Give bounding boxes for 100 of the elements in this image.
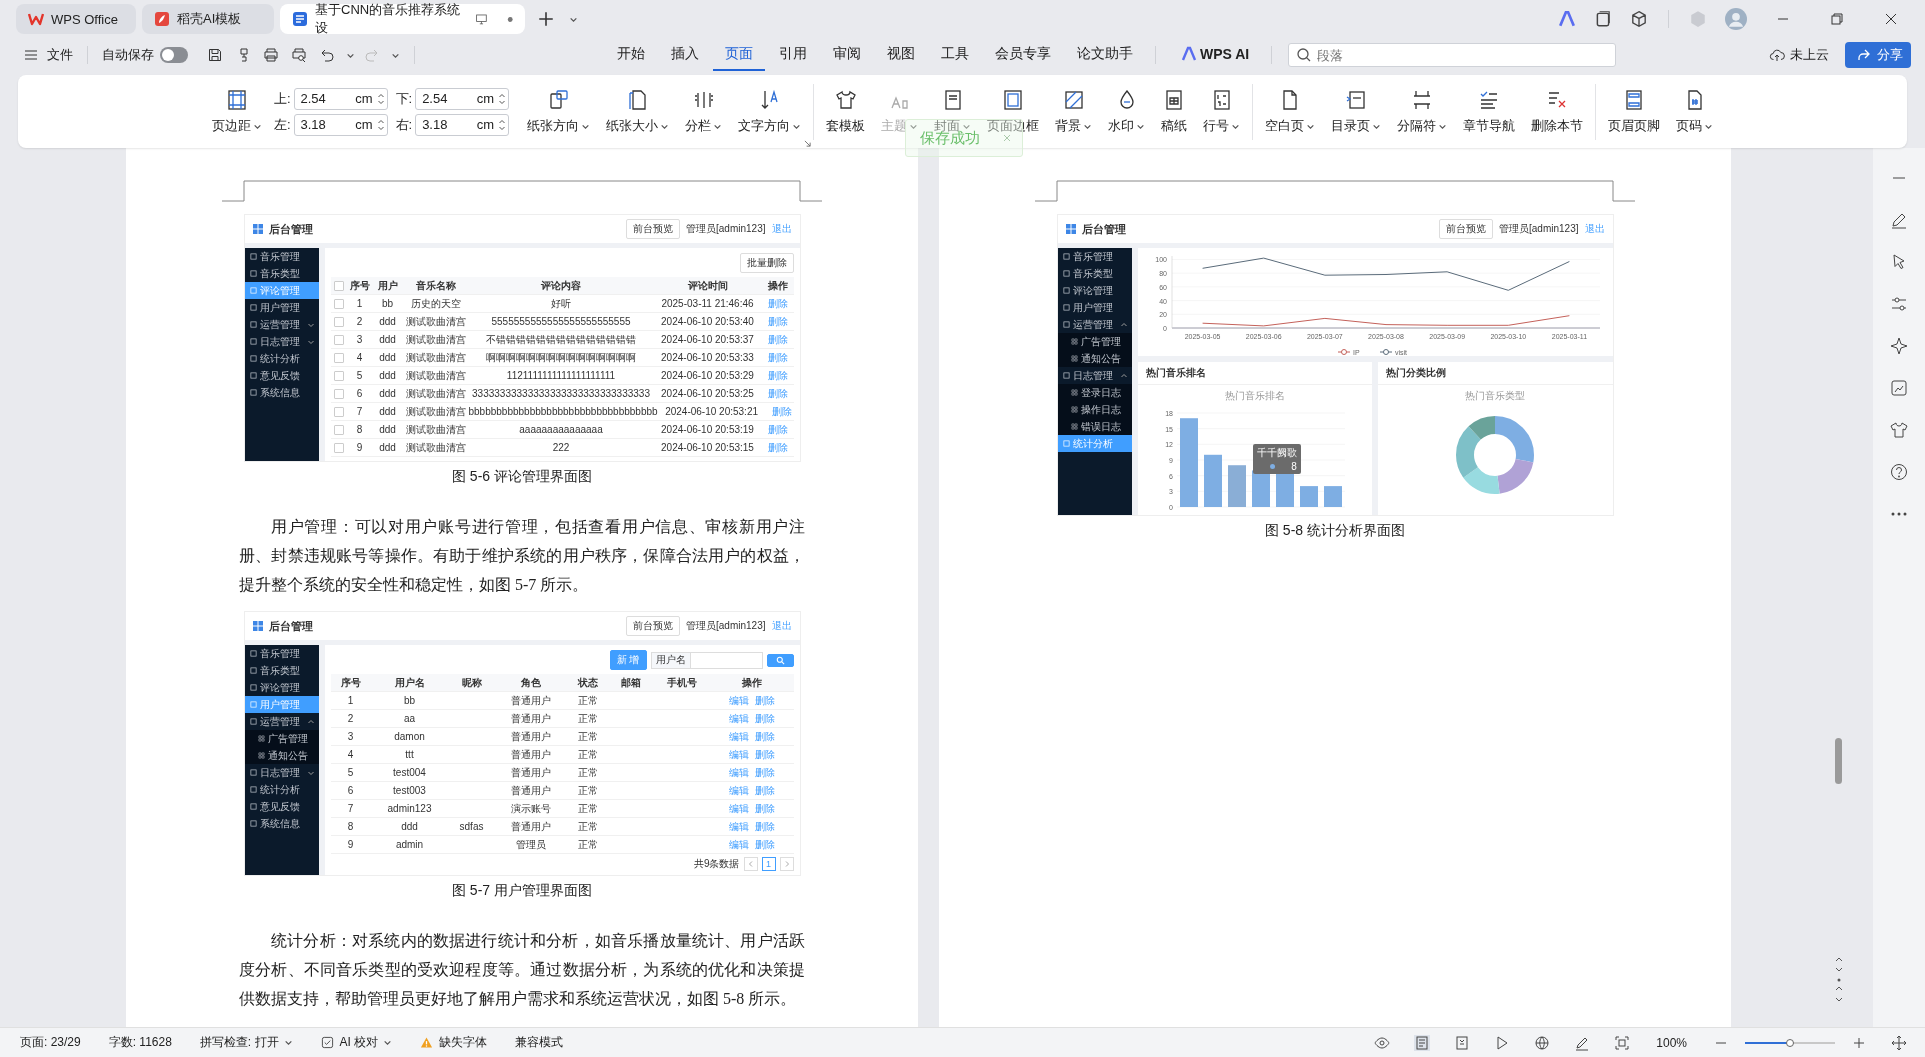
page-view-icon[interactable] [1414, 1034, 1431, 1051]
sidebar-item[interactable]: 用户管理 [244, 299, 319, 316]
ribbon-button[interactable]: 背景 [1049, 86, 1099, 137]
sidebar-item[interactable]: 音乐管理 [1057, 248, 1132, 265]
checkbox[interactable] [333, 334, 344, 345]
ai-logo-icon[interactable] [1558, 10, 1576, 28]
sidebar-item[interactable]: 音乐管理 [244, 645, 319, 662]
share-button[interactable]: 分享 [1845, 42, 1911, 68]
title-tab[interactable]: 稻壳AI模板 [142, 4, 274, 34]
fit-page-icon[interactable] [1614, 1034, 1631, 1051]
search-field[interactable]: 段落 [1288, 43, 1617, 67]
sidebar-item[interactable]: 评论管理 [1057, 282, 1132, 299]
search-button[interactable] [766, 653, 794, 667]
checkbox[interactable] [333, 370, 344, 381]
help-icon[interactable] [1889, 462, 1909, 482]
spin-field[interactable]: 3.18 cm [415, 113, 510, 136]
ribbon-button[interactable]: 页边距 [205, 86, 268, 137]
shirt-icon[interactable] [1889, 420, 1909, 440]
window-icon[interactable] [1594, 10, 1612, 28]
sidebar-item[interactable]: 音乐类型 [244, 662, 319, 679]
cube-icon[interactable] [1630, 10, 1648, 28]
avatar[interactable] [1725, 8, 1747, 30]
sidebar-item[interactable]: 意见反馈 [244, 367, 319, 384]
ribbon-tab[interactable]: 引用 [767, 39, 819, 71]
preview-button[interactable]: 前台预览 [1439, 219, 1493, 239]
restore-icon[interactable] [1829, 11, 1845, 27]
file-menu-button[interactable]: 文件 [20, 46, 73, 64]
ribbon-button[interactable]: 删除本节 [1525, 86, 1590, 137]
checkbox[interactable] [333, 424, 344, 435]
search-field[interactable]: 用户名 [650, 651, 763, 669]
zoom-level[interactable]: 100% [1646, 1035, 1697, 1050]
title-tab[interactable]: 基于CNN的音乐推荐系统设 [280, 4, 525, 34]
ribbon-button[interactable]: 稿纸 [1155, 86, 1194, 137]
ribbon-tab[interactable]: 页面 [713, 39, 765, 71]
ribbon-button[interactable]: 页码 [1670, 86, 1720, 137]
ribbon-tab[interactable]: 视图 [875, 39, 927, 71]
expand-icon[interactable] [1891, 1034, 1907, 1051]
ribbon-tab[interactable]: 开始 [605, 39, 657, 71]
sidebar-item[interactable]: 运营管理 [244, 316, 319, 333]
sidebar-item[interactable]: 统计分析 [244, 350, 319, 367]
ribbon-button[interactable]: 章节导航 [1457, 86, 1522, 137]
save-icon[interactable] [207, 47, 223, 63]
status-button[interactable]: 拼写检查: 打开 [189, 1034, 303, 1051]
checkbox[interactable] [333, 280, 344, 291]
sidebar-item[interactable]: 音乐类型 [244, 265, 319, 282]
ribbon-button[interactable]: 空白页 [1259, 86, 1322, 137]
bulk-delete-button[interactable]: 批量删除 [739, 253, 794, 273]
scrollbar-thumb[interactable] [1835, 738, 1842, 784]
ribbon-button[interactable]: 页眉页脚 [1602, 86, 1667, 137]
checkbox[interactable] [333, 406, 344, 417]
title-tab[interactable]: WPS Office [16, 4, 136, 34]
ribbon-button[interactable]: 分隔符 [1391, 86, 1454, 137]
status-button[interactable]: 缺失字体 [410, 1034, 498, 1051]
ribbon-button[interactable]: 目录页 [1325, 86, 1388, 137]
submenu-item[interactable]: 操作日志 [1057, 401, 1132, 418]
checkbox[interactable] [333, 298, 344, 309]
zoom-slider[interactable] [1745, 1041, 1835, 1044]
spin-field[interactable]: 2.54 cm [293, 87, 388, 110]
sidebar-item[interactable]: 音乐管理 [244, 248, 319, 265]
sidebar-item[interactable]: 用户管理 [1057, 299, 1132, 316]
ribbon-button[interactable]: 套模板 [820, 86, 872, 137]
ribbon-button[interactable]: 文字方向 [732, 86, 808, 137]
ribbon-tab[interactable]: 插入 [659, 39, 711, 71]
sidebar-item[interactable]: 系统信息 [244, 815, 319, 832]
outline-view-icon[interactable] [1454, 1034, 1471, 1051]
submenu-item[interactable]: 通知公告 [1057, 350, 1132, 367]
checkbox[interactable] [333, 388, 344, 399]
ribbon-tab[interactable]: 论文助手 [1065, 39, 1145, 71]
sidebar-item[interactable]: 意见反馈 [244, 798, 319, 815]
ribbon-tab[interactable]: 审阅 [821, 39, 873, 71]
autosave-toggle[interactable] [160, 47, 188, 63]
sparkle-icon[interactable] [1889, 336, 1909, 356]
ribbon-button[interactable]: 纸张方向 [521, 86, 597, 137]
sidebar-item[interactable]: 运营管理 [1057, 316, 1132, 333]
status-button[interactable]: AI 校对 [310, 1034, 403, 1051]
close-icon[interactable] [1883, 11, 1899, 27]
sidebar-item[interactable]: 运营管理 [244, 713, 319, 730]
sidebar-item[interactable]: 统计分析 [244, 781, 319, 798]
image-edit-icon[interactable] [1889, 378, 1909, 398]
submenu-item[interactable]: 广告管理 [1057, 333, 1132, 350]
spin-field[interactable]: 3.18 cm [293, 113, 388, 136]
checkbox[interactable] [333, 352, 344, 363]
sliders-icon[interactable] [1889, 294, 1909, 314]
ribbon-button[interactable]: 行号 [1197, 86, 1247, 137]
ribbon-tab[interactable]: 会员专享 [983, 39, 1063, 71]
eye-icon[interactable] [1374, 1034, 1391, 1051]
sidebar-item[interactable]: 日志管理 [244, 333, 319, 350]
sidebar-item[interactable]: 系统信息 [244, 384, 319, 401]
cloud-button[interactable]: 未上云 [1766, 46, 1829, 64]
undo-icon[interactable] [319, 47, 335, 63]
submenu-item[interactable]: 通知公告 [244, 747, 319, 764]
sidebar-item[interactable]: 评论管理 [244, 679, 319, 696]
ribbon-button[interactable]: 分栏 [679, 86, 729, 137]
ribbon-tab[interactable]: 工具 [929, 39, 981, 71]
slider-thumb[interactable] [1786, 1038, 1794, 1047]
search-input[interactable]: 段落 [1315, 46, 1612, 64]
wps-ai-button[interactable]: WPS AI [1166, 40, 1262, 70]
submenu-item[interactable]: 广告管理 [244, 730, 319, 747]
checkbox[interactable] [333, 442, 344, 453]
submenu-item[interactable]: 登录日志 [1057, 384, 1132, 401]
